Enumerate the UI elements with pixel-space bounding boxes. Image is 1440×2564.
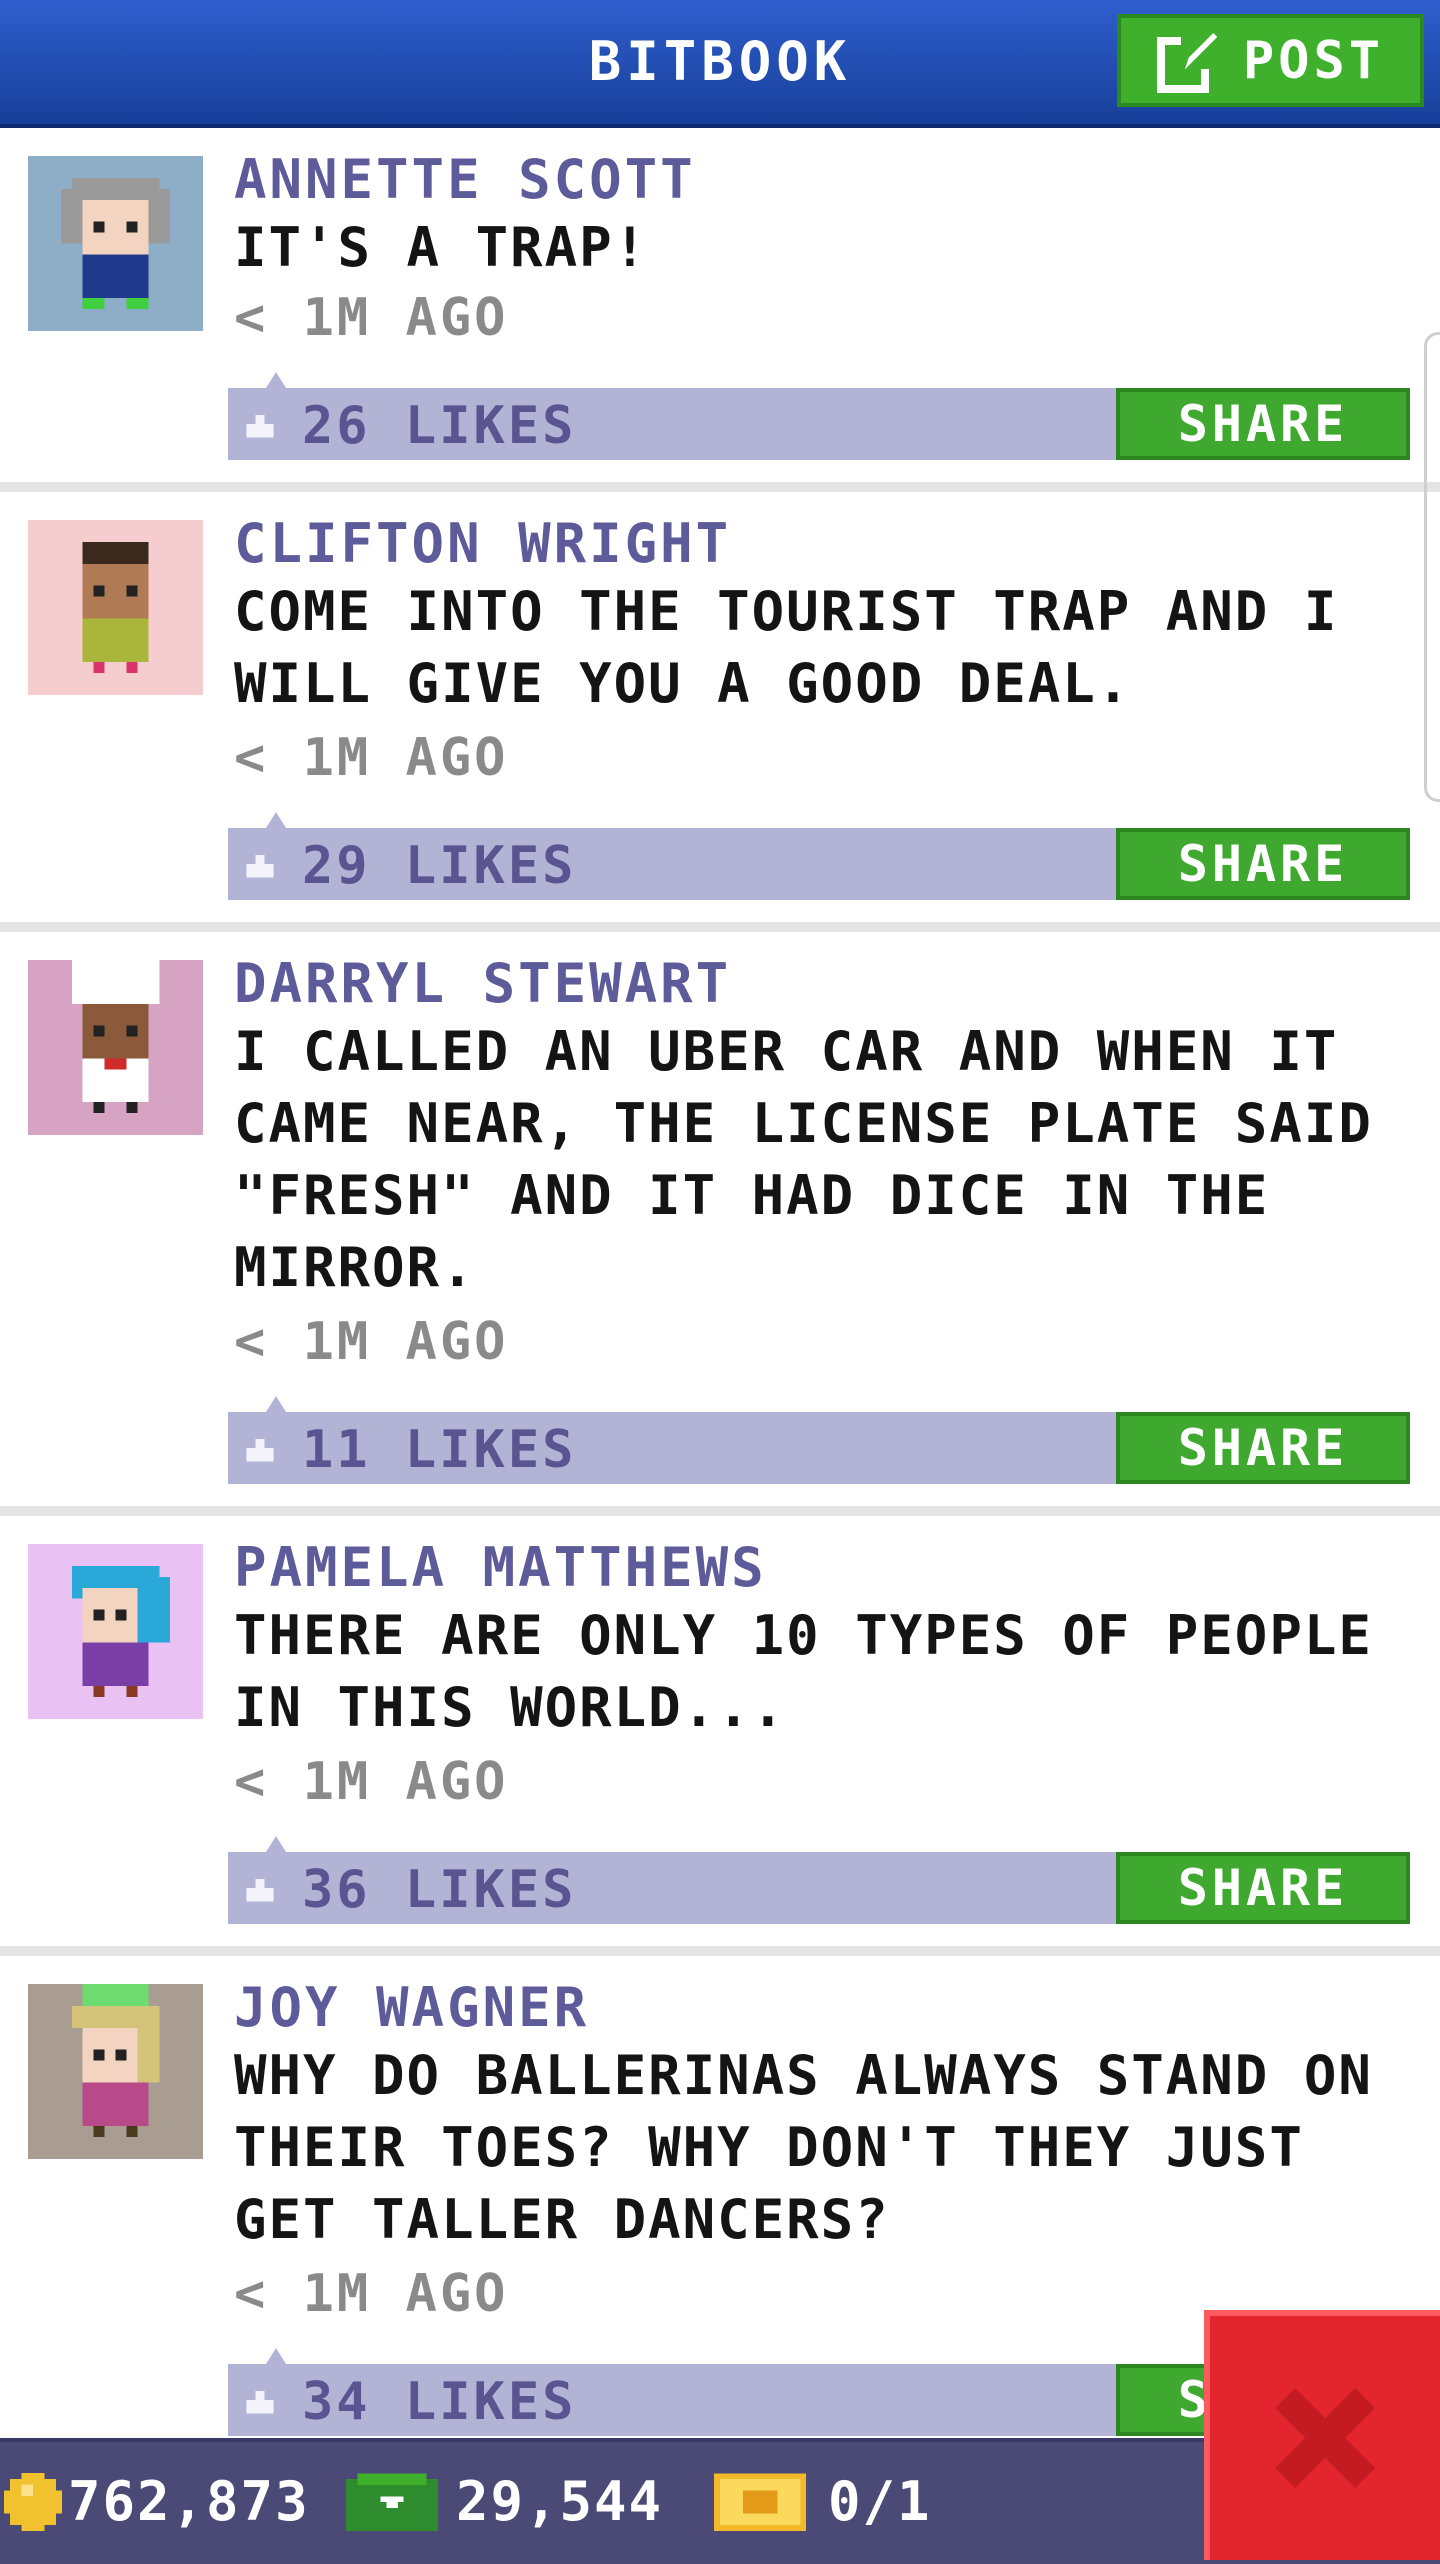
coin-icon (4, 2472, 62, 2531)
share-button[interactable]: SHARE (1116, 388, 1410, 460)
post-button[interactable]: POST (1117, 14, 1424, 107)
thumbs-up-icon[interactable] (242, 406, 278, 442)
post-text: IT'S A TRAP! (234, 216, 649, 279)
tickets-count: 0/1 (828, 2470, 932, 2533)
thumbs-up-icon[interactable] (242, 846, 278, 882)
feed: ANNETTE SCOTT IT'S A TRAP! < 1M AGO 26 L… (0, 128, 1440, 2458)
likes-bar-notch (266, 1836, 286, 1852)
likes-bar-notch (266, 812, 286, 828)
tickets-stat: 0/1 (714, 2470, 932, 2533)
thumbs-up-icon[interactable] (242, 1870, 278, 1906)
avatar-darryl-stewart (28, 960, 203, 1135)
avatar-clifton-wright (28, 520, 203, 695)
share-button[interactable]: SHARE (1116, 828, 1410, 900)
likes-bar-notch (266, 1396, 286, 1412)
post-button-label: POST (1242, 30, 1385, 91)
post-author[interactable]: ANNETTE SCOTT (234, 148, 696, 211)
post-text: THERE ARE ONLY 10 TYPES OF PEOPLE IN THI… (234, 1604, 1373, 1739)
edit-icon (1156, 32, 1217, 93)
app-header: BITBOOK POST (0, 0, 1440, 128)
post-item: PAMELA MATTHEWS THERE ARE ONLY 10 TYPES … (0, 1516, 1440, 1956)
close-button[interactable] (1204, 2310, 1440, 2560)
likes-count: 11 LIKES (302, 1420, 577, 1480)
likes-bar: 11 LIKES SHARE (228, 1396, 1410, 1484)
likes-count: 36 LIKES (302, 1860, 577, 1920)
post-text: WHY DO BALLERINAS ALWAYS STAND ON THEIR … (234, 2044, 1373, 2251)
avatar[interactable] (28, 1984, 203, 2159)
bux-count: 29,544 (456, 2470, 664, 2533)
post-timestamp: < 1M AGO (234, 728, 509, 788)
likes-bar-notch (266, 372, 286, 388)
post-item: DARRYL STEWART I CALLED AN UBER CAR AND … (0, 932, 1440, 1516)
post-author[interactable]: CLIFTON WRIGHT (234, 512, 731, 575)
avatar-pamela-matthews (28, 1544, 203, 1719)
share-button[interactable]: SHARE (1116, 1412, 1410, 1484)
avatar-annette-scott (28, 156, 203, 331)
thumbs-up-icon[interactable] (242, 2382, 278, 2418)
coins-count: 762,873 (68, 2470, 310, 2533)
bux-icon (346, 2472, 438, 2531)
post-author[interactable]: JOY WAGNER (234, 1976, 589, 2039)
avatar[interactable] (28, 156, 203, 331)
post-author[interactable]: PAMELA MATTHEWS (234, 1536, 767, 1599)
post-item: ANNETTE SCOTT IT'S A TRAP! < 1M AGO 26 L… (0, 128, 1440, 492)
post-item: CLIFTON WRIGHT COME INTO THE TOURIST TRA… (0, 492, 1440, 932)
bux-stat: 29,544 (346, 2470, 663, 2533)
avatar[interactable] (28, 960, 203, 1135)
post-author[interactable]: DARRYL STEWART (234, 952, 731, 1015)
likes-count: 26 LIKES (302, 396, 577, 456)
thumbs-up-icon[interactable] (242, 1430, 278, 1466)
likes-count: 34 LIKES (302, 2372, 577, 2432)
close-icon (1275, 2388, 1375, 2488)
post-text: I CALLED AN UBER CAR AND WHEN IT CAME NE… (234, 1020, 1373, 1299)
post-timestamp: < 1M AGO (234, 2264, 509, 2324)
avatar-joy-wagner (28, 1984, 203, 2159)
scrollbar[interactable] (1424, 332, 1440, 802)
avatar[interactable] (28, 1544, 203, 1719)
coins-stat: 762,873 (4, 2470, 310, 2533)
share-button[interactable]: SHARE (1116, 1852, 1410, 1924)
ticket-icon (714, 2472, 806, 2531)
post-timestamp: < 1M AGO (234, 1752, 509, 1812)
post-timestamp: < 1M AGO (234, 1312, 509, 1372)
avatar[interactable] (28, 520, 203, 695)
post-text: COME INTO THE TOURIST TRAP AND I WILL GI… (234, 580, 1339, 715)
likes-bar: 29 LIKES SHARE (228, 812, 1410, 900)
post-timestamp: < 1M AGO (234, 288, 509, 348)
likes-bar-notch (266, 2348, 286, 2364)
likes-bar: 26 LIKES SHARE (228, 372, 1410, 460)
likes-count: 29 LIKES (302, 836, 577, 896)
likes-bar: 36 LIKES SHARE (228, 1836, 1410, 1924)
